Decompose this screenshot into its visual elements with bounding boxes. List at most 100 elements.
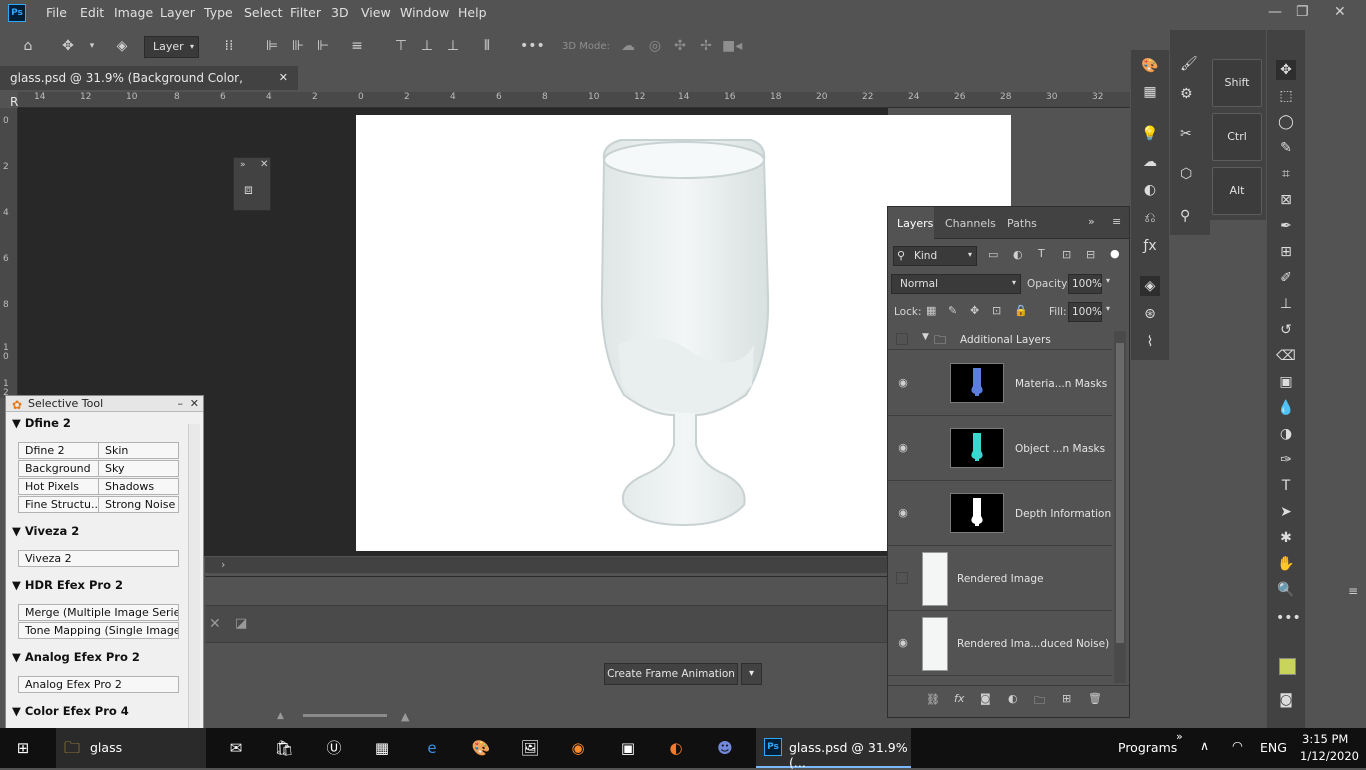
programs-toolbar[interactable]: Programs (1118, 740, 1177, 755)
zoom-slider[interactable] (303, 714, 387, 717)
new-group-icon[interactable]: 🗀 (1034, 692, 1045, 711)
dfine2-button[interactable]: Dfine 2 (18, 442, 99, 459)
align-center-icon[interactable]: ⊪ (288, 36, 308, 56)
chevron-down-icon[interactable]: ▾ (1106, 304, 1110, 313)
merge-button[interactable]: Merge (Multiple Image Series) (18, 604, 179, 621)
chevron-down-icon[interactable]: ▾ (741, 663, 762, 685)
tab-channels[interactable]: Channels (945, 217, 996, 230)
lasso-tool-icon[interactable]: ◯ (1276, 112, 1296, 132)
filter-kind-dropdown[interactable]: ⚲ Kind ▾ (893, 246, 977, 266)
layer-row[interactable]: Rendered Image (888, 546, 1112, 611)
close-icon[interactable]: ✕ (260, 159, 268, 170)
move-tool-icon[interactable]: ✥ (58, 36, 78, 56)
scroll-right-icon[interactable]: › (221, 558, 225, 571)
clone-source-icon[interactable]: ✂ (1180, 126, 1192, 142)
move-tool-icon[interactable]: ✥ (1276, 60, 1296, 80)
distribute-vertical-icon[interactable]: ⦀ (477, 36, 497, 56)
close-window-icon[interactable]: ✕ (1334, 4, 1346, 20)
minimize-icon[interactable]: – (178, 396, 184, 412)
3d-object-icon[interactable]: ⧈ (244, 182, 253, 198)
lightbulb-icon[interactable]: 💡 (1140, 124, 1160, 144)
store-icon[interactable]: 🛍 (271, 736, 297, 760)
gradient-icon[interactable]: ▣ (1276, 372, 1296, 392)
sky-button[interactable]: Sky (98, 460, 179, 477)
tone-mapping-button[interactable]: Tone Mapping (Single Image) (18, 622, 179, 639)
transform-controls-icon[interactable]: ⁞⁞ (219, 36, 239, 56)
mail-icon[interactable]: ✉ (223, 736, 249, 760)
eye-icon[interactable]: ◉ (896, 441, 910, 455)
convert-icon[interactable]: ◪ (235, 616, 247, 631)
toolbar-expand-icon[interactable]: » (1176, 730, 1183, 743)
control-panel-icon[interactable]: ▣ (615, 736, 641, 760)
actions-icon[interactable]: ƒx (1140, 236, 1160, 256)
filter-type-icon[interactable]: T (1038, 247, 1045, 260)
libraries-icon[interactable]: ☁ (1140, 152, 1160, 172)
adjustment-layer-icon[interactable]: ◐ (1008, 692, 1018, 705)
layers-icon[interactable]: ◈ (1140, 276, 1160, 296)
document-tab[interactable]: glass.psd @ 31.9% (Background Color, RGB… (0, 66, 298, 109)
zoom-in-icon[interactable]: ▲ (401, 710, 409, 723)
tab-paths[interactable]: Paths (1007, 217, 1037, 230)
photos-icon[interactable]: 🖼 (517, 736, 543, 760)
align-middle-icon[interactable]: ⊥ (417, 36, 437, 56)
panel-menu-icon[interactable]: ≡ (1348, 584, 1358, 598)
fine-structure-button[interactable]: Fine Structu... (18, 496, 99, 513)
pen-tool-icon[interactable]: ✑ (1276, 450, 1296, 470)
history-brush-icon[interactable]: ↺ (1276, 320, 1296, 340)
hand-tool-icon[interactable]: ✋ (1276, 554, 1296, 574)
scrollbar-thumb[interactable] (1116, 343, 1124, 643)
horizontal-scrollbar[interactable]: › (205, 557, 888, 573)
section-hdr-efex-pro2[interactable]: ▼ HDR Efex Pro 2 (12, 578, 123, 592)
wifi-icon[interactable]: ◠ (1232, 738, 1243, 753)
restore-icon[interactable]: ❐ (1296, 4, 1309, 20)
edge-icon[interactable]: e (419, 736, 445, 760)
lock-all-icon[interactable]: 🔒 (1014, 304, 1028, 317)
alt-key-button[interactable]: Alt (1212, 167, 1262, 215)
section-color-efex-pro4[interactable]: ▼ Color Efex Pro 4 (12, 704, 129, 718)
panel-scrollbar[interactable] (188, 424, 200, 729)
color-palette-icon[interactable]: 🎨 (1140, 56, 1160, 76)
paths-icon[interactable]: ⌇ (1140, 332, 1160, 352)
zoom-out-icon[interactable]: ▲ (277, 711, 284, 721)
menu-help[interactable]: Help (458, 5, 487, 20)
opacity-input[interactable]: 100% (1068, 274, 1102, 294)
type-tool-icon[interactable]: T (1276, 476, 1296, 496)
language-indicator[interactable]: ENG (1260, 740, 1287, 755)
foreground-color-swatch[interactable] (1279, 658, 1296, 675)
add-mask-icon[interactable]: ◙ (980, 692, 991, 705)
chevron-down-icon[interactable]: ▾ (82, 36, 102, 56)
discord-icon[interactable]: ☻ (712, 736, 738, 760)
menu-type[interactable]: Type (204, 5, 233, 20)
layer-row[interactable]: ◉ Object ...n Masks (888, 416, 1112, 481)
auto-select-icon[interactable]: ◈ (112, 36, 132, 56)
ctrl-key-button[interactable]: Ctrl (1212, 113, 1262, 161)
visibility-toggle[interactable] (896, 572, 908, 584)
minimize-icon[interactable]: — (1268, 4, 1282, 20)
chevron-down-icon[interactable]: ▾ (1106, 276, 1110, 285)
menu-layer[interactable]: Layer (160, 5, 195, 20)
crop-tool-icon[interactable]: ⌗ (1276, 164, 1296, 184)
create-frame-animation-button[interactable]: Create Frame Animation (604, 663, 738, 685)
adjustments-icon[interactable]: ◐ (1140, 180, 1160, 200)
layer-row[interactable]: ◉ Depth Information (888, 481, 1112, 546)
filter-shape-icon[interactable]: ⊡ (1062, 248, 1071, 261)
blender-icon[interactable]: ◐ (663, 736, 689, 760)
shift-key-button[interactable]: Shift (1212, 59, 1262, 107)
panel-menu-icon[interactable]: ≡ (1112, 215, 1121, 228)
visibility-toggle[interactable] (896, 333, 908, 345)
more-tools-icon[interactable]: ••• (1276, 608, 1301, 628)
3d-panel-icon[interactable]: ⬡ (1180, 166, 1192, 182)
distribute-icon[interactable]: ≡ (347, 36, 367, 56)
collapse-icon[interactable]: » (1088, 215, 1095, 228)
shadows-button[interactable]: Shadows (98, 478, 179, 495)
dodge-icon[interactable]: ◑ (1276, 424, 1296, 444)
firefox-icon[interactable]: ◉ (565, 736, 591, 760)
quick-mask-icon[interactable]: ◙ (1276, 690, 1296, 710)
lock-transparent-icon[interactable]: ▦ (926, 304, 936, 317)
eye-icon[interactable]: ◉ (896, 506, 910, 520)
trash-icon[interactable]: 🗑 (1088, 692, 1102, 705)
filter-toggle-icon[interactable]: ● (1110, 247, 1120, 260)
blur-icon[interactable]: 💧 (1276, 398, 1296, 418)
align-top-icon[interactable]: ⊤ (391, 36, 411, 56)
delete-frame-icon[interactable]: ✕ (209, 616, 221, 632)
